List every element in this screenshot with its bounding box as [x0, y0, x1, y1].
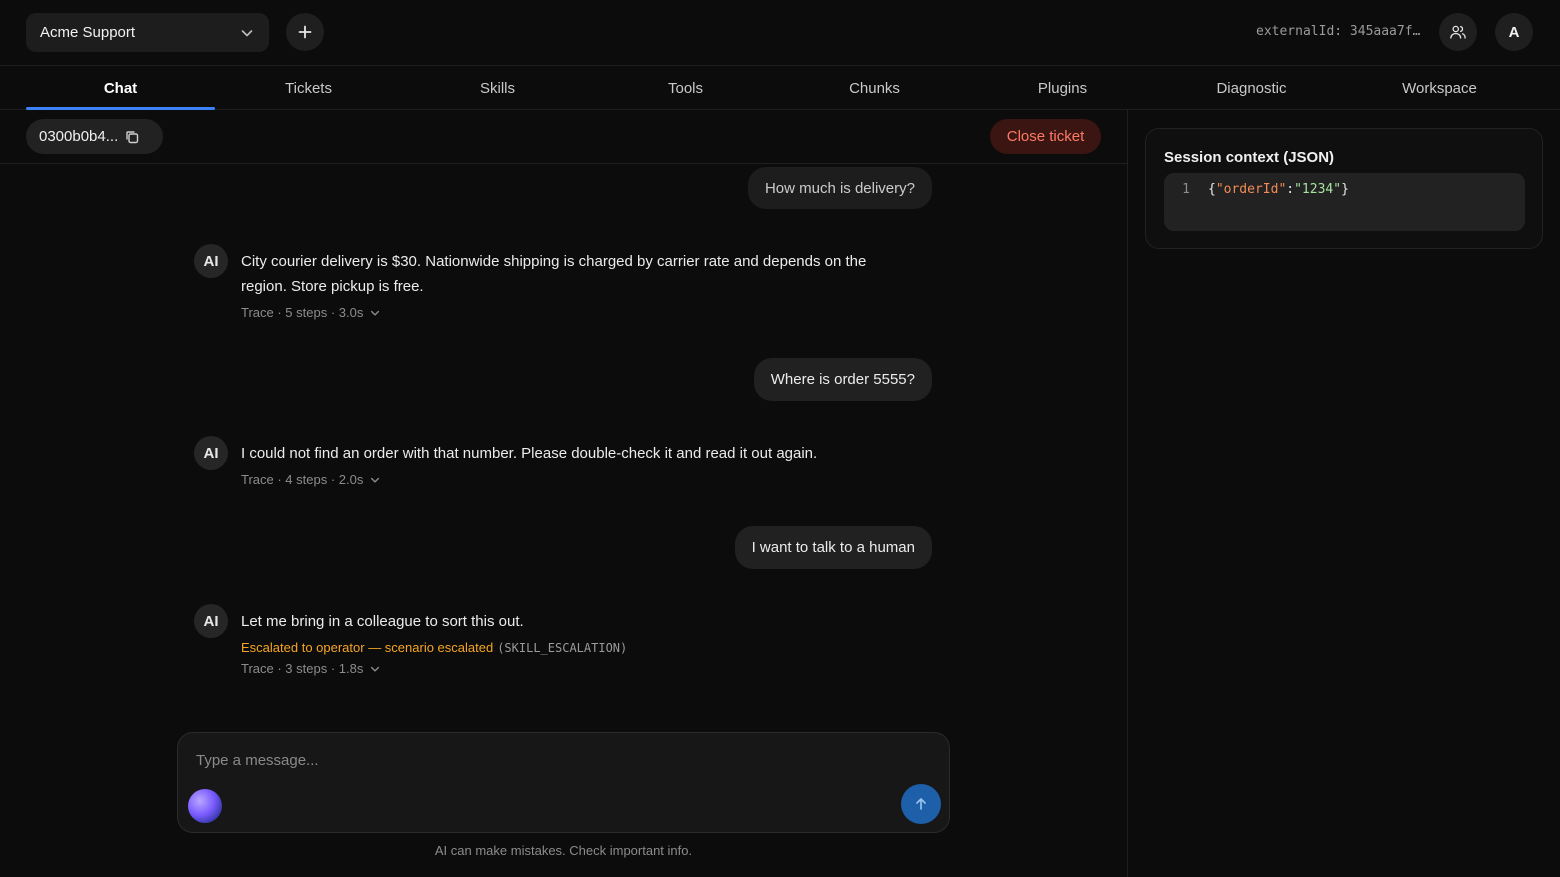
- ai-message-text: Let me bring in a colleague to sort this…: [241, 613, 524, 630]
- user-message: I want to talk to a human: [734, 526, 932, 569]
- chevron-down-icon: [241, 29, 253, 36]
- voice-orb-icon[interactable]: [188, 789, 222, 823]
- chat-header: 0300b0b4... Close ticket: [0, 110, 1127, 164]
- tab-plugins[interactable]: Plugins: [968, 66, 1157, 110]
- message-composer: [177, 732, 950, 833]
- user-message: How much is delivery?: [747, 167, 932, 209]
- ai-avatar: AI: [194, 604, 228, 638]
- tab-chunks[interactable]: Chunks: [780, 66, 969, 110]
- json-brace: }: [1341, 182, 1349, 197]
- ticket-id: 0300b0b4...: [39, 128, 119, 145]
- main-tabs: Chat Tickets Skills Tools Chunks Plugins…: [0, 66, 1560, 110]
- send-button[interactable]: [901, 784, 941, 824]
- trace-toggle[interactable]: Trace · 5 steps · 3.0s: [241, 305, 914, 320]
- line-number: 1: [1182, 182, 1190, 197]
- tab-diagnostic[interactable]: Diagnostic: [1157, 66, 1346, 110]
- app-root: Acme Support externalId: 345aaa7f… A Cha…: [0, 0, 1560, 877]
- session-json-editor[interactable]: 1 {"orderId":"1234"}: [1164, 173, 1525, 231]
- tab-skills[interactable]: Skills: [403, 66, 592, 110]
- ai-message: AI Let me bring in a colleague to sort t…: [194, 604, 914, 676]
- chevron-down-icon: [371, 310, 380, 316]
- ticket-id-chip[interactable]: 0300b0b4...: [26, 119, 163, 154]
- panel-divider: [1127, 110, 1128, 877]
- session-context-panel: Session context (JSON) 1 {"orderId":"123…: [1145, 128, 1543, 249]
- json-key: "orderId": [1215, 182, 1287, 197]
- user-message: Where is order 5555?: [753, 358, 932, 401]
- message-input[interactable]: [196, 749, 896, 771]
- arrow-up-icon: [916, 798, 926, 810]
- tab-workspace[interactable]: Workspace: [1345, 66, 1534, 110]
- top-bar: Acme Support externalId: 345aaa7f… A: [0, 0, 1560, 66]
- trace-toggle[interactable]: Trace · 3 steps · 1.8s: [241, 661, 914, 676]
- users-icon: [1450, 25, 1466, 39]
- user-message-text: I want to talk to a human: [751, 539, 915, 556]
- trace-summary: Trace · 5 steps · 3.0s: [241, 305, 364, 320]
- users-button[interactable]: [1439, 13, 1477, 51]
- user-avatar-button[interactable]: A: [1495, 13, 1533, 51]
- message-list[interactable]: How much is delivery? AI City courier de…: [0, 165, 1127, 725]
- escalation-notice: Escalated to operator — scenario escalat…: [241, 640, 914, 655]
- ai-message-text: City courier delivery is $30. Nationwide…: [241, 253, 867, 295]
- ai-avatar: AI: [194, 436, 228, 470]
- escalation-text: Escalated to operator — scenario escalat…: [241, 640, 494, 655]
- code-line: 1 {"orderId":"1234"}: [1164, 182, 1349, 197]
- ai-disclaimer: AI can make mistakes. Check important in…: [434, 843, 693, 858]
- workspace-name: Acme Support: [40, 24, 136, 41]
- json-value: "1234": [1294, 182, 1342, 197]
- add-workspace-button[interactable]: [286, 13, 324, 51]
- close-ticket-button[interactable]: Close ticket: [990, 119, 1101, 154]
- tab-chat[interactable]: Chat: [26, 66, 215, 110]
- trace-toggle[interactable]: Trace · 4 steps · 2.0s: [241, 472, 914, 487]
- external-id-label: externalId: 345aaa7f…: [1256, 24, 1421, 39]
- tab-tools[interactable]: Tools: [591, 66, 780, 110]
- plus-icon: [298, 25, 312, 39]
- chevron-down-icon: [371, 477, 380, 483]
- ai-avatar: AI: [194, 244, 228, 278]
- ai-message: AI City courier delivery is $30. Nationw…: [194, 244, 914, 320]
- workspace-selector[interactable]: Acme Support: [26, 13, 269, 52]
- json-content: {"orderId":"1234"}: [1208, 182, 1349, 197]
- copy-icon[interactable]: [124, 129, 140, 145]
- chevron-down-icon: [371, 666, 380, 672]
- user-message-text: How much is delivery?: [764, 179, 915, 197]
- tab-tickets[interactable]: Tickets: [214, 66, 403, 110]
- session-context-title: Session context (JSON): [1164, 149, 1335, 166]
- json-brace: {: [1208, 182, 1216, 197]
- trace-summary: Trace · 4 steps · 2.0s: [241, 472, 364, 487]
- escalation-code: (SKILL_ESCALATION): [497, 641, 628, 655]
- json-colon: :: [1286, 182, 1295, 197]
- ai-message: AI I could not find an order with that n…: [194, 436, 914, 487]
- trace-summary: Trace · 3 steps · 1.8s: [241, 661, 364, 676]
- ai-message-text: I could not find an order with that numb…: [241, 445, 818, 462]
- avatar-letter: A: [1508, 23, 1520, 41]
- user-message-text: Where is order 5555?: [770, 371, 915, 388]
